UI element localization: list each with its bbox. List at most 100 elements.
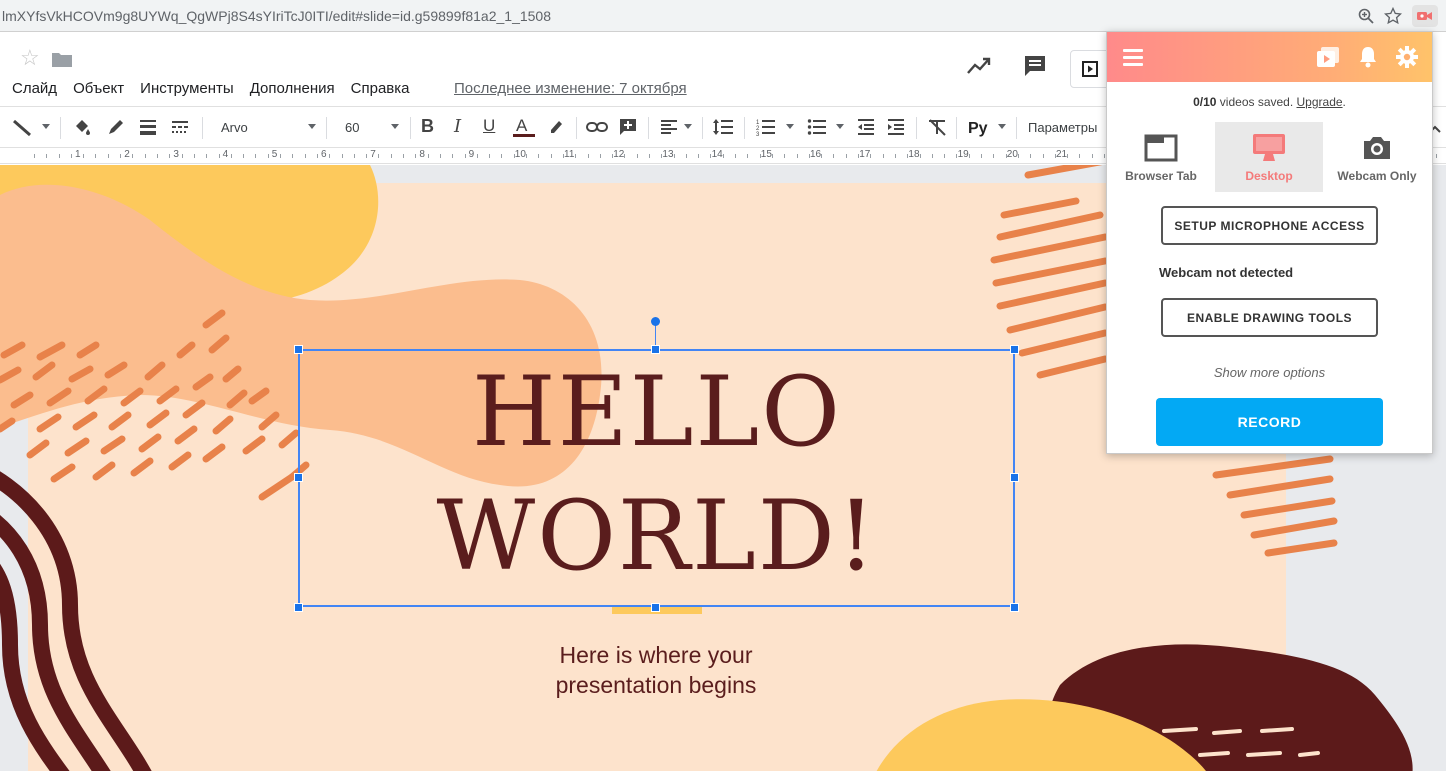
menu-tools[interactable]: Инструменты <box>140 80 234 97</box>
ruler-tick <box>538 154 539 158</box>
recording-mode-selector: Browser Tab Desktop Webcam Only <box>1107 122 1432 192</box>
ruler-tick <box>157 154 158 158</box>
italic-icon[interactable]: I <box>454 116 461 137</box>
menu-help[interactable]: Справка <box>351 80 410 97</box>
clear-formatting-icon[interactable] <box>927 117 947 142</box>
ruler-tick <box>698 154 699 158</box>
browser-address-bar[interactable]: lmXYfsVkHCOVm9g8UYWq_QgWPj8S4sYIriTcJ0IT… <box>0 0 1446 32</box>
videos-icon[interactable] <box>1316 46 1340 73</box>
ruler-tick <box>317 154 318 158</box>
numbered-list-icon[interactable]: 123 <box>756 117 776 142</box>
ruler-number: 5 <box>271 149 278 160</box>
ruler-tick <box>833 154 834 158</box>
resize-handle-bottom[interactable] <box>651 603 660 612</box>
record-button[interactable]: RECORD <box>1156 398 1383 446</box>
last-edit-link[interactable]: Последнее изменение: 7 октября <box>454 80 687 97</box>
setup-microphone-button[interactable]: SETUP MICROPHONE ACCESS <box>1161 206 1378 245</box>
resize-handle-top-left[interactable] <box>294 345 303 354</box>
align-dropdown-icon[interactable] <box>684 124 692 129</box>
font-family-select[interactable]: Arvo <box>221 120 248 135</box>
notifications-bell-icon[interactable] <box>1358 46 1378 73</box>
text-color-icon[interactable]: A <box>513 115 535 144</box>
font-family-dropdown-icon[interactable] <box>308 124 316 129</box>
ruler-tick <box>747 154 748 158</box>
mode-desktop[interactable]: Desktop <box>1215 122 1323 192</box>
line-tool-icon[interactable] <box>12 117 34 142</box>
resize-handle-bottom-left[interactable] <box>294 603 303 612</box>
ruler-tick <box>895 154 896 158</box>
toolbar-divider <box>60 117 61 139</box>
popup-header <box>1107 32 1432 82</box>
folder-icon[interactable] <box>52 51 72 72</box>
slide-subtitle[interactable]: Here is where your presentation begins <box>450 640 862 700</box>
link-icon[interactable] <box>586 117 608 142</box>
border-weight-icon[interactable] <box>138 117 158 142</box>
spellcheck-icon[interactable]: Py <box>968 117 992 142</box>
resize-handle-right[interactable] <box>1010 473 1019 482</box>
border-dash-icon[interactable] <box>170 117 190 142</box>
subtitle-line-1: Here is where your <box>559 642 753 668</box>
zoom-icon[interactable] <box>1358 8 1374 24</box>
menu-addons[interactable]: Дополнения <box>250 80 335 97</box>
mode-webcam-only[interactable]: Webcam Only <box>1323 122 1431 192</box>
ruler-tick <box>870 154 871 158</box>
show-more-options-link[interactable]: Show more options <box>1107 365 1432 380</box>
settings-gear-icon[interactable] <box>1396 46 1418 73</box>
ruler-tick <box>1018 154 1019 158</box>
ruler-tick <box>1092 154 1093 158</box>
line-spacing-icon[interactable] <box>712 117 734 142</box>
numbered-list-dropdown-icon[interactable] <box>786 124 794 129</box>
recorder-popup: 0/10 videos saved. Upgrade. Browser Tab … <box>1106 31 1433 454</box>
resize-handle-left[interactable] <box>294 473 303 482</box>
star-icon[interactable]: ☆ <box>20 47 40 69</box>
underline-icon[interactable]: U <box>483 116 495 136</box>
ruler-tick <box>846 154 847 158</box>
mode-label-desktop: Desktop <box>1245 169 1293 183</box>
bold-icon[interactable]: B <box>421 116 434 137</box>
menu-slide[interactable]: Слайд <box>12 80 57 97</box>
resize-handle-bottom-right[interactable] <box>1010 603 1019 612</box>
fill-color-icon[interactable] <box>72 117 92 142</box>
enable-drawing-tools-button[interactable]: ENABLE DRAWING TOOLS <box>1161 298 1378 337</box>
resize-handle-top-right[interactable] <box>1010 345 1019 354</box>
menu-object[interactable]: Объект <box>73 80 124 97</box>
bookmark-star-icon[interactable] <box>1384 7 1402 25</box>
ruler-tick <box>219 154 220 158</box>
ruler-tick <box>95 154 96 158</box>
bulleted-list-dropdown-icon[interactable] <box>836 124 844 129</box>
spellcheck-dropdown-icon[interactable] <box>998 124 1006 129</box>
rotate-handle[interactable] <box>651 317 660 326</box>
activity-icon[interactable] <box>966 53 992 84</box>
present-button[interactable] <box>1070 50 1110 88</box>
ruler-tick <box>378 154 379 158</box>
add-comment-icon[interactable] <box>618 117 638 142</box>
svg-text:3: 3 <box>756 132 760 137</box>
mode-label-webcam-only: Webcam Only <box>1337 169 1417 183</box>
highlight-icon[interactable] <box>546 117 566 142</box>
ruler-tick <box>440 154 441 158</box>
font-size-select[interactable]: 60 <box>345 120 359 135</box>
mode-browser-tab[interactable]: Browser Tab <box>1107 122 1215 192</box>
font-size-dropdown-icon[interactable] <box>391 124 399 129</box>
bulleted-list-icon[interactable] <box>807 117 827 142</box>
slide-title[interactable]: HELLO WORLD! <box>300 350 1014 598</box>
comments-icon[interactable] <box>1022 53 1048 84</box>
ruler-tick <box>34 154 35 158</box>
resize-handle-top[interactable] <box>651 345 660 354</box>
ruler-tick <box>883 154 884 158</box>
format-options-button[interactable]: Параметры <box>1028 120 1097 135</box>
increase-indent-icon[interactable] <box>886 117 906 142</box>
ruler-tick <box>1006 154 1007 158</box>
decrease-indent-icon[interactable] <box>856 117 876 142</box>
webcam-status-text: Webcam not detected <box>1159 265 1294 280</box>
screen: lmXYfsVkHCOVm9g8UYWq_QgWPj8S4sYIriTcJ0IT… <box>0 0 1446 771</box>
recorder-extension-icon[interactable] <box>1412 5 1438 27</box>
ruler-tick <box>1043 154 1044 158</box>
url-text[interactable]: lmXYfsVkHCOVm9g8UYWq_QgWPj8S4sYIriTcJ0IT… <box>2 8 551 24</box>
line-tool-dropdown-icon[interactable] <box>42 124 50 129</box>
ruler-number: 11 <box>564 149 575 160</box>
align-left-icon[interactable] <box>659 117 679 142</box>
upgrade-link[interactable]: Upgrade <box>1297 95 1343 109</box>
border-color-icon[interactable] <box>106 117 126 142</box>
hamburger-menu-icon[interactable] <box>1123 49 1143 70</box>
